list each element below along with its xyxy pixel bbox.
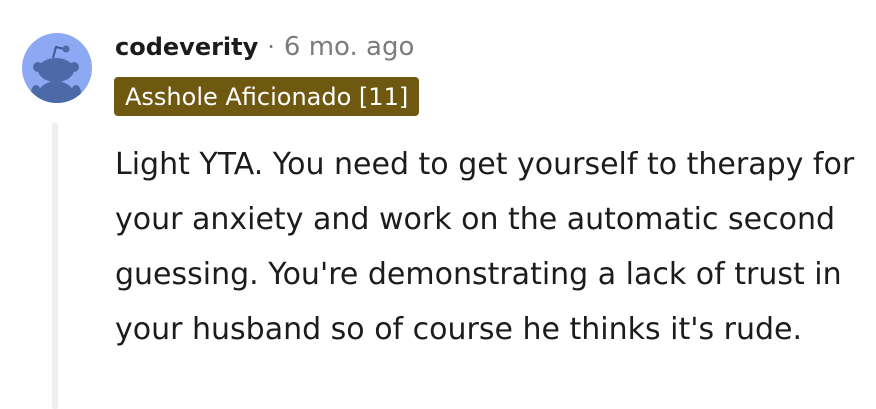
comment: codeverity · 6 mo. ago Asshole Aficionad… [0, 0, 876, 409]
snoo-avatar-icon [31, 45, 81, 103]
comment-timestamp[interactable]: 6 mo. ago [284, 32, 414, 62]
user-flair: Asshole Aficionado [11] [114, 77, 420, 116]
user-avatar[interactable] [22, 33, 92, 103]
comment-body: Light YTA. You need to get yourself to t… [115, 147, 855, 347]
meta-separator: · [267, 33, 275, 61]
author-username[interactable]: codeverity [115, 33, 258, 61]
comment-meta: codeverity · 6 mo. ago [115, 27, 414, 67]
thread-line[interactable] [52, 123, 58, 409]
